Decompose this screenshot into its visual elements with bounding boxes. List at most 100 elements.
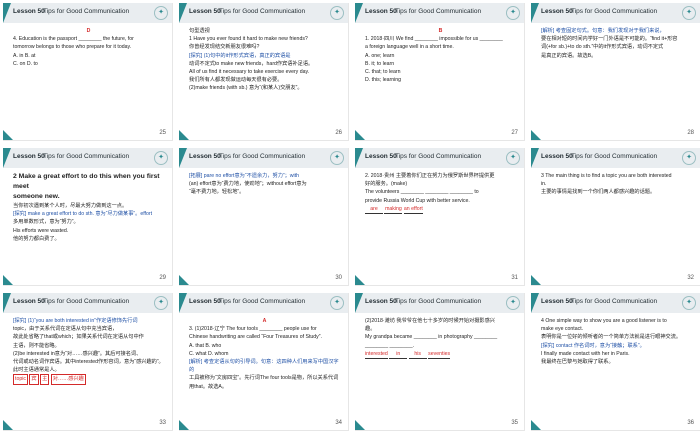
slide-33[interactable]: Lesson 50 Tips for Good Communication ✦ [探究… [3,293,173,431]
lesson-label: Lesson 50 [13,153,45,160]
text-line: (2)make friends (with sb.) 意为“(和某人)交朋友”。 [189,85,303,92]
seal-icon: ✦ [682,151,696,165]
slide-35[interactable]: Lesson 50 Tips for Good Communication ✦ (2)… [355,293,525,431]
lesson-label: Lesson 50 [13,298,45,305]
text-line: My grandpa became ________ in photograph… [365,334,498,341]
seal-icon: ✦ [330,296,344,310]
text-line: 3 The main thing is to find a topic you … [541,173,672,179]
footer-accent [355,275,365,285]
slide-body: 3 The main thing is to find a topic you … [541,172,692,271]
footer-accent [355,420,365,430]
slide-header: Lesson 50 Tips for Good Communication ✦ [179,3,348,23]
text-line: 代词或动名词作宾语。其中interested作形容词，意为“感兴趣的”。此时主语… [13,359,164,374]
slide-body: B 1. 2018·四川 We find ________ impossible … [365,27,516,126]
answer-fill: interested [365,350,388,360]
slide-30[interactable]: Lesson 50 Tips for Good Communication ✦ [拓展… [179,148,349,286]
text-line: A. one; learn [365,52,395,59]
topic-label: Tips for Good Communication [43,298,130,305]
header-accent [531,293,539,313]
text-line: 趣。 [365,326,376,333]
seal-icon: ✦ [506,296,520,310]
slide-27[interactable]: Lesson 50 Tips for Good Communication ✦ B 1.… [355,3,525,141]
footer-accent [179,275,189,285]
topic-label: Tips for Good Communication [571,298,658,305]
text-line: (2)2018·潍坊 我爷爷在他七十多岁的时候开始对摄影感兴 [365,318,495,324]
slide-body: 2 Make a great effort to do this when yo… [13,172,164,271]
slide-body: 2. 2018·贵州 主要着你们正在努力为俄罗斯世界杯提供更 好的服务。(make… [365,172,516,271]
lesson-label: Lesson 50 [13,8,45,15]
header-accent [531,148,539,168]
slide-29[interactable]: Lesson 50 Tips for Good Communication ✦ 2 M… [3,148,173,286]
slide-32[interactable]: Lesson 50 Tips for Good Communication ✦ 3 T… [531,148,700,286]
text-line: 4 One simple way to show you are a good … [541,318,667,324]
seal-icon: ✦ [154,151,168,165]
lesson-label: Lesson 50 [365,298,397,305]
lesson-label: Lesson 50 [189,8,221,15]
slide-body: [拓展] pare no effort意为“不遗余力，努力”；with (an) … [189,172,340,271]
page-number: 29 [159,275,166,281]
text-line: [探究] contact 作名词时，意为“接触；联系”。 [541,342,645,349]
text-line: C. what D. whom [189,350,229,357]
header-accent [179,3,187,23]
slide-header: Lesson 50 Tips for Good Communication ✦ [3,148,172,168]
lesson-label: Lesson 50 [189,298,221,305]
slide-body: (2)2018·潍坊 我爷爷在他七十多岁的时候开始对摄影感兴 趣。 My grand… [365,317,516,416]
footer-accent [179,420,189,430]
text-line: 我最终在巴黎与她取得了联系。 [541,359,614,366]
slide-header: Lesson 50 Tips for Good Communication ✦ [531,293,700,313]
text-line: D. this; learning [365,77,402,84]
text-line: 2. 2018·贵州 主要着你们正在努力为俄罗斯世界杯提供更 [365,173,495,179]
answer-mark: D [86,28,91,34]
slide-36[interactable]: Lesson 50 Tips for Good Communication ✦ 4 O… [531,293,700,431]
slide-body: [解析] 考查固定句式。句意：我们发现对于我们来说， 要在相对短的时间内学好一门外… [541,27,692,126]
text-line: 3. (1)2018·辽宁 The four tools ________ pe… [189,326,317,333]
seal-icon: ✦ [154,296,168,310]
text-line: 4. Education is the passport ________ th… [13,36,134,43]
header-accent [179,293,187,313]
slide-body: 4 One simple way to show you are a good … [541,317,692,416]
answer-fill: his [408,350,427,360]
answer-fill: seventies [428,350,451,360]
text-line: provide Russia World Cup with better ser… [365,197,470,204]
slide-grid: Lesson 50 Tips for Good Communication ✦ D 4.… [0,0,700,431]
slide-25[interactable]: Lesson 50 Tips for Good Communication ✦ D 4.… [3,3,173,141]
answer-mark: B [438,28,443,34]
lesson-label: Lesson 50 [541,298,573,305]
text-line: A. that B. who [189,342,222,349]
text-line: make eye contact. [541,326,584,333]
text-line: [探究] (1)“you are both interested in”作定语修… [13,318,138,324]
page-number: 32 [687,275,694,281]
text-line: 2 Make a great effort to do this when yo… [13,173,160,190]
page-number: 28 [687,130,694,136]
text-line: tomorrow belongs to those who prepare fo… [13,44,132,51]
answer-mark: A [262,318,267,324]
text-line: A. in B. at [13,52,36,59]
answer-fills: topic 宾 主 对……感兴趣 [13,374,164,385]
slide-26[interactable]: Lesson 50 Tips for Good Communication ✦ 句型透… [179,3,349,141]
text-line: B. it; to learn [365,60,395,67]
page-number: 27 [511,130,518,136]
topic-label: Tips for Good Communication [219,8,306,15]
text-line: 要在相对短的时间内学好一门外语是不可能的。“find it+形容 [541,36,678,43]
header-accent [179,148,187,168]
lesson-label: Lesson 50 [541,153,573,160]
text-line: 工具被称为“文房四宝”。先行词The four tools是物，所以关系代词 [189,375,339,382]
text-line: C. on D. to [13,60,38,67]
slide-header: Lesson 50 Tips for Good Communication ✦ [355,3,524,23]
topic-label: Tips for Good Communication [395,153,482,160]
text-line: 表明你是一位好的倾听者的一个简单方法就是进行眼神交流。 [541,334,682,341]
text-line: 1 Have you ever found it hard to make ne… [189,36,308,43]
slide-28[interactable]: Lesson 50 Tips for Good Communication ✦ [解析… [531,3,700,141]
slide-31[interactable]: Lesson 50 Tips for Good Communication ✦ 2. … [355,148,525,286]
footer-accent [3,420,13,430]
text-line: 是真正的宾语。故选B。 [541,52,597,59]
seal-icon: ✦ [330,6,344,20]
slide-body: 句型透视 1 Have you ever found it hard to mak… [189,27,340,126]
slide-34[interactable]: Lesson 50 Tips for Good Communication ✦ A 3.… [179,293,349,431]
text-line: 故此处省略了that或which；如果关系代词在定语从句中作 [13,334,144,341]
text-line: (2)be interested in意为“对……感兴趣”。其后可接名词、 [13,350,142,357]
page-number: 33 [159,420,166,426]
slide-body: A 3. (1)2018·辽宁 The four tools ________ p… [189,317,340,416]
answer-box: 宾 [29,374,39,385]
text-line: a foreign language well in a short time. [365,44,454,51]
